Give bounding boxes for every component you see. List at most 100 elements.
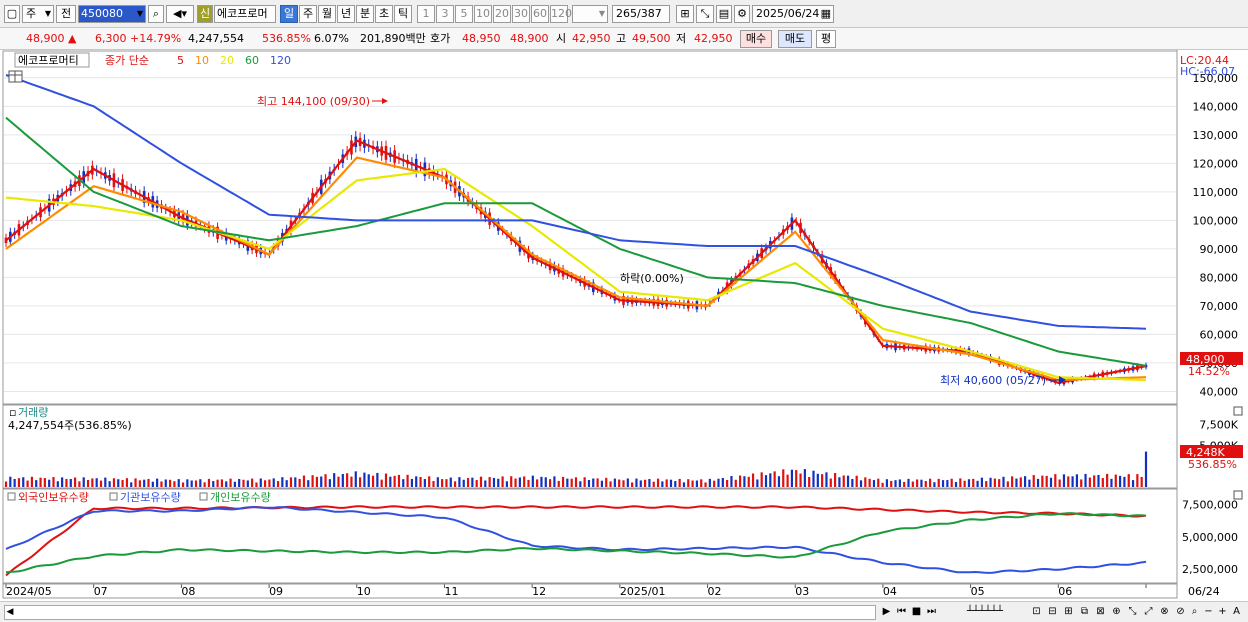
volume-bar — [691, 480, 694, 487]
volume-bar — [492, 477, 496, 487]
volume-bar — [367, 474, 370, 487]
volume-bar — [976, 480, 979, 487]
timeframe-5-button[interactable]: 초 — [375, 5, 393, 23]
count-input[interactable]: 265/387 — [612, 5, 670, 23]
grid-icon[interactable]: ⊞ — [676, 5, 694, 23]
timeframe-0-button[interactable]: 일 — [280, 5, 298, 23]
volume-bar — [855, 475, 858, 487]
scroll-bar[interactable]: ◀ ▶ ⏮ ■ ⏭ ┴┴┴┴┴┴ ⊡ ⊟ ⊞ ⧉ ⊠ ⊕ ⤡ ⤢ ⊗ ⊘ ⌕ −… — [0, 601, 1248, 622]
timeframe-4-button[interactable]: 분 — [356, 5, 374, 23]
stock-code-input[interactable]: 450080 ▼ — [78, 5, 146, 23]
volume-bar — [816, 473, 819, 487]
buy-button[interactable]: 매수 — [740, 30, 772, 48]
volume-bar — [704, 482, 707, 487]
tool-3-icon[interactable]: ⊞ — [1062, 604, 1075, 619]
tool-10-icon[interactable]: ⊘ — [1174, 604, 1187, 619]
minus-icon[interactable]: − — [1202, 604, 1215, 619]
hc-label: HC:-66.07 — [1180, 65, 1235, 78]
change-percent: +14.79% — [130, 32, 182, 45]
stop-icon[interactable]: ■ — [910, 604, 923, 619]
volume-bar — [540, 476, 543, 487]
hoga-ask: 48,950 — [462, 32, 501, 45]
volume-bar — [186, 479, 189, 487]
tool-7-icon[interactable]: ⤡ — [1126, 604, 1139, 619]
speaker-icon[interactable]: ◀▾ — [166, 5, 194, 23]
crosshair-icon[interactable]: ⤡ — [696, 5, 714, 23]
holding-panel-close-icon[interactable] — [1233, 490, 1243, 500]
ruler-icon[interactable]: ┴┴┴┴┴┴ — [945, 604, 1025, 619]
volume-bar — [1062, 474, 1066, 487]
volume-bar — [933, 482, 936, 487]
tool-4-icon[interactable]: ⧉ — [1078, 604, 1091, 619]
x-tick-label: 08 — [181, 585, 195, 598]
interval-20-button[interactable]: 20 — [493, 5, 511, 23]
tool-2-icon[interactable]: ⊟ — [1046, 604, 1059, 619]
volume-bar — [1140, 476, 1143, 487]
timeframe-2-button[interactable]: 월 — [318, 5, 336, 23]
stock-name[interactable]: 에코프로머 — [214, 5, 276, 23]
search-icon[interactable]: ⌕ — [148, 5, 164, 23]
font-size-icon[interactable]: A — [1230, 604, 1243, 619]
current-pct-tag: 14.52% — [1188, 365, 1230, 378]
interval-120-button[interactable]: 120 — [550, 5, 572, 23]
timeframe-3-button[interactable]: 년 — [337, 5, 355, 23]
price-tick-label: 70,000 — [1200, 300, 1239, 313]
date-input[interactable]: 2025/06/24 ▦ — [752, 5, 834, 23]
volume-bar — [302, 475, 306, 487]
sell-button[interactable]: 매도 — [778, 30, 812, 48]
timeframe-1-button[interactable]: 주 — [299, 5, 317, 23]
volume-bar — [82, 477, 85, 487]
chart-area[interactable]: 40,00050,00060,00070,00080,00090,000100,… — [0, 50, 1248, 601]
volume-bar — [600, 480, 604, 487]
print-icon[interactable]: ▤ — [716, 5, 732, 23]
volume-bar — [531, 475, 534, 487]
volume-bar — [1136, 474, 1139, 487]
interval-3-button[interactable]: 3 — [436, 5, 454, 23]
fast-forward-icon[interactable]: ⏭ — [925, 604, 938, 619]
volume-bar — [864, 477, 867, 487]
volume-bar — [1023, 476, 1027, 487]
scroll-left-icon[interactable]: ◀ — [5, 606, 15, 619]
window-menu-icon[interactable]: ▢ — [4, 5, 20, 23]
volume-bar — [415, 476, 418, 487]
volume-bar — [570, 478, 573, 487]
timeframe-6-button[interactable]: 틱 — [394, 5, 412, 23]
interval-custom-input[interactable]: ▼ — [572, 5, 608, 23]
tool-8-icon[interactable]: ⤢ — [1142, 604, 1155, 619]
zoom-icon[interactable]: ⌕ — [1188, 604, 1201, 619]
volume-bar — [782, 469, 785, 487]
volume-bar — [1015, 478, 1018, 487]
prev-button[interactable]: 전 — [56, 5, 76, 23]
price-tick-label: 80,000 — [1200, 271, 1239, 284]
interval-1-button[interactable]: 1 — [417, 5, 435, 23]
scroll-right-icon[interactable]: ▶ — [880, 604, 893, 619]
tool-9-icon[interactable]: ⊗ — [1158, 604, 1171, 619]
interval-30-button[interactable]: 30 — [512, 5, 530, 23]
tool-5-icon[interactable]: ⊠ — [1094, 604, 1107, 619]
tool-1-icon[interactable]: ⊡ — [1030, 604, 1043, 619]
volume-bar — [993, 478, 996, 487]
volume-bar — [151, 481, 154, 487]
volume-panel-close-icon[interactable] — [1233, 406, 1243, 416]
price-tick-label: 140,000 — [1193, 100, 1239, 113]
x-tick-label: 05 — [971, 585, 985, 598]
volume-panel-title: 거래량 — [18, 406, 48, 419]
volume-bar — [138, 480, 141, 487]
interval-5-button[interactable]: 5 — [455, 5, 473, 23]
volume-bar — [26, 480, 29, 487]
gear-icon[interactable]: ⚙ — [734, 5, 750, 23]
open-price: 42,950 — [572, 32, 611, 45]
volume-bar — [17, 478, 21, 487]
tool-6-icon[interactable]: ⊕ — [1110, 604, 1123, 619]
price-tick-label: 60,000 — [1200, 328, 1239, 341]
interval-60-button[interactable]: 60 — [531, 5, 549, 23]
volume-bar — [428, 476, 431, 487]
scroll-track[interactable]: ◀ — [4, 605, 876, 620]
rewind-icon[interactable]: ⏮ — [895, 604, 908, 619]
volume-bar — [747, 476, 750, 487]
plus-icon[interactable]: + — [1216, 604, 1229, 619]
period-select[interactable]: 주 ▼ — [22, 5, 54, 23]
interval-10-button[interactable]: 10 — [474, 5, 492, 23]
eval-button[interactable]: 평 — [816, 30, 836, 48]
volume-bar — [441, 479, 444, 487]
